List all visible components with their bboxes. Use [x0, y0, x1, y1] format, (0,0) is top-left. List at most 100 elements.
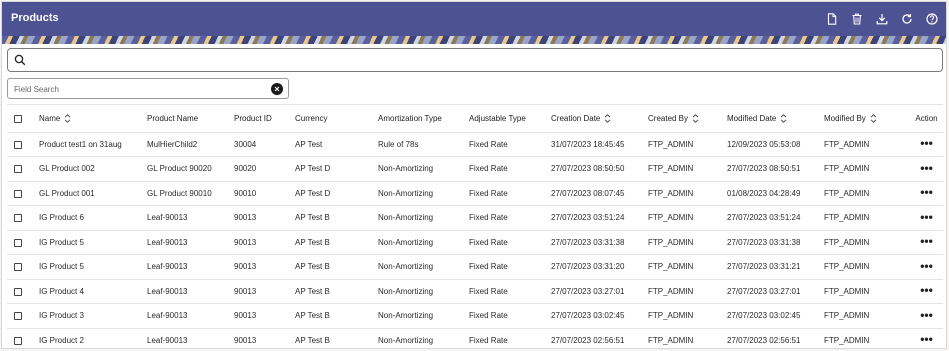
table-row[interactable]: IG Product 2 Leaf-90013 90013 AP Test B …	[7, 328, 943, 348]
row-actions-menu-icon[interactable]: •••	[920, 234, 933, 248]
row-actions-menu-icon[interactable]: •••	[920, 161, 933, 175]
cell-modified-date: 27/07/2023 03:02:45	[727, 303, 824, 329]
cell-creation-date: 27/07/2023 08:50:50	[551, 156, 648, 182]
table-row[interactable]: IG Product 4 Leaf-90013 90013 AP Test B …	[7, 279, 943, 304]
row-actions-menu-icon[interactable]: •••	[920, 283, 933, 297]
help-icon[interactable]	[924, 11, 940, 27]
cell-name: GL Product 001	[39, 181, 147, 206]
table-row[interactable]: IG Product 5 Leaf-90013 90013 AP Test B …	[7, 230, 943, 255]
new-document-icon[interactable]	[824, 11, 840, 27]
cell-name: IG Product 5	[39, 254, 147, 280]
sort-icon[interactable]	[604, 114, 611, 123]
cell-product-id: 90013	[234, 254, 295, 280]
cell-product-id: 90013	[234, 230, 295, 255]
row-checkbox[interactable]	[14, 165, 22, 174]
cell-product-name: Leaf-90013	[147, 254, 234, 280]
cell-created-by: FTP_ADMIN	[648, 205, 727, 231]
column-header-product-id: Product ID	[234, 113, 272, 123]
cell-created-by: FTP_ADMIN	[648, 328, 727, 348]
row-checkbox[interactable]	[14, 263, 22, 272]
cell-currency: AP Test B	[295, 303, 378, 329]
column-header-modified-by: Modified By	[824, 113, 866, 123]
row-checkbox[interactable]	[14, 238, 22, 247]
header-bar	[2, 2, 946, 36]
table-row[interactable]: Product test1 on 31aug MulHierChild2 300…	[7, 132, 943, 157]
row-actions-menu-icon[interactable]: •••	[920, 136, 933, 150]
cell-adjustable-type: Fixed Rate	[469, 303, 551, 329]
sort-icon[interactable]	[870, 114, 877, 123]
row-checkbox[interactable]	[14, 336, 22, 345]
field-search-input[interactable]	[14, 82, 264, 96]
refresh-icon[interactable]	[899, 11, 915, 27]
cell-currency: AP Test B	[295, 230, 378, 255]
row-actions-menu-icon[interactable]: •••	[920, 259, 933, 273]
download-icon[interactable]	[874, 11, 890, 27]
cell-adjustable-type: Fixed Rate	[469, 230, 551, 255]
search-bar[interactable]	[7, 48, 943, 72]
cell-product-id: 90013	[234, 279, 295, 304]
table-row[interactable]: IG Product 3 Leaf-90013 90013 AP Test B …	[7, 303, 943, 329]
cell-currency: AP Test D	[295, 181, 378, 206]
row-checkbox[interactable]	[14, 189, 22, 198]
column-header-created-by: Created By	[648, 113, 689, 123]
row-checkbox[interactable]	[14, 140, 22, 149]
table-row[interactable]: IG Product 6 Leaf-90013 90013 AP Test B …	[7, 205, 943, 231]
cell-adjustable-type: Fixed Rate	[469, 132, 551, 157]
field-search	[7, 78, 289, 99]
select-all-checkbox[interactable]	[14, 114, 22, 123]
cell-creation-date: 31/07/2023 18:45:45	[551, 132, 648, 157]
cell-creation-date: 27/07/2023 02:56:51	[551, 328, 648, 348]
cell-name: IG Product 2	[39, 328, 147, 348]
cell-product-id: 90010	[234, 181, 295, 206]
column-header-creation-date: Creation Date	[551, 113, 601, 123]
cell-product-name: GL Product 90010	[147, 181, 234, 206]
cell-amortization-type: Non-Amortizing	[378, 205, 469, 231]
cell-created-by: FTP_ADMIN	[648, 254, 727, 280]
sort-icon[interactable]	[780, 114, 787, 123]
cell-product-id: 90020	[234, 156, 295, 182]
column-header-product-name: Product Name	[147, 113, 199, 123]
cell-modified-by: FTP_ADMIN	[824, 328, 910, 348]
cell-modified-by: FTP_ADMIN	[824, 254, 910, 280]
row-actions-menu-icon[interactable]: •••	[920, 185, 933, 199]
cell-amortization-type: Non-Amortizing	[378, 156, 469, 182]
cell-product-name: Leaf-90013	[147, 303, 234, 329]
row-checkbox[interactable]	[14, 287, 22, 296]
page-title: Products	[11, 12, 59, 24]
products-page: Products Field Search Name Product Name …	[1, 1, 947, 349]
column-header-action: Action	[915, 113, 938, 123]
row-actions-menu-icon[interactable]: •••	[920, 210, 933, 224]
sort-icon[interactable]	[64, 114, 71, 123]
row-actions-menu-icon[interactable]: •••	[920, 332, 933, 346]
sort-icon[interactable]	[692, 114, 699, 123]
cell-currency: AP Test B	[295, 279, 378, 304]
cell-adjustable-type: Fixed Rate	[469, 279, 551, 304]
cell-product-name: Leaf-90013	[147, 328, 234, 348]
row-checkbox[interactable]	[14, 312, 22, 321]
cell-name: IG Product 3	[39, 303, 147, 329]
cell-created-by: FTP_ADMIN	[648, 303, 727, 329]
cell-product-id: 90013	[234, 328, 295, 348]
cell-modified-by: FTP_ADMIN	[824, 279, 910, 304]
cell-creation-date: 27/07/2023 03:27:01	[551, 279, 648, 304]
table-row[interactable]: IG Product 5 Leaf-90013 90013 AP Test B …	[7, 254, 943, 280]
table-row[interactable]: GL Product 001 GL Product 90010 90010 AP…	[7, 181, 943, 206]
cell-product-id: 30004	[234, 132, 295, 157]
cell-modified-date: 27/07/2023 03:51:24	[727, 205, 824, 231]
cell-modified-date: 12/09/2023 05:53:08	[727, 132, 824, 157]
column-header-currency: Currency	[295, 113, 328, 123]
cell-product-name: Leaf-90013	[147, 279, 234, 304]
table-row[interactable]: GL Product 002 GL Product 90020 90020 AP…	[7, 156, 943, 182]
cell-name: Product test1 on 31aug	[39, 132, 147, 157]
products-table: Name Product Name Product ID Currency Am…	[7, 104, 943, 348]
cell-created-by: FTP_ADMIN	[648, 132, 727, 157]
cell-creation-date: 27/07/2023 03:51:24	[551, 205, 648, 231]
cell-amortization-type: Non-Amortizing	[378, 181, 469, 206]
cell-created-by: FTP_ADMIN	[648, 156, 727, 182]
row-checkbox[interactable]	[14, 214, 22, 223]
row-actions-menu-icon[interactable]: •••	[920, 308, 933, 322]
trash-icon[interactable]	[849, 11, 865, 27]
cell-product-id: 90013	[234, 303, 295, 329]
clear-icon[interactable]	[271, 83, 283, 95]
cell-modified-by: FTP_ADMIN	[824, 303, 910, 329]
